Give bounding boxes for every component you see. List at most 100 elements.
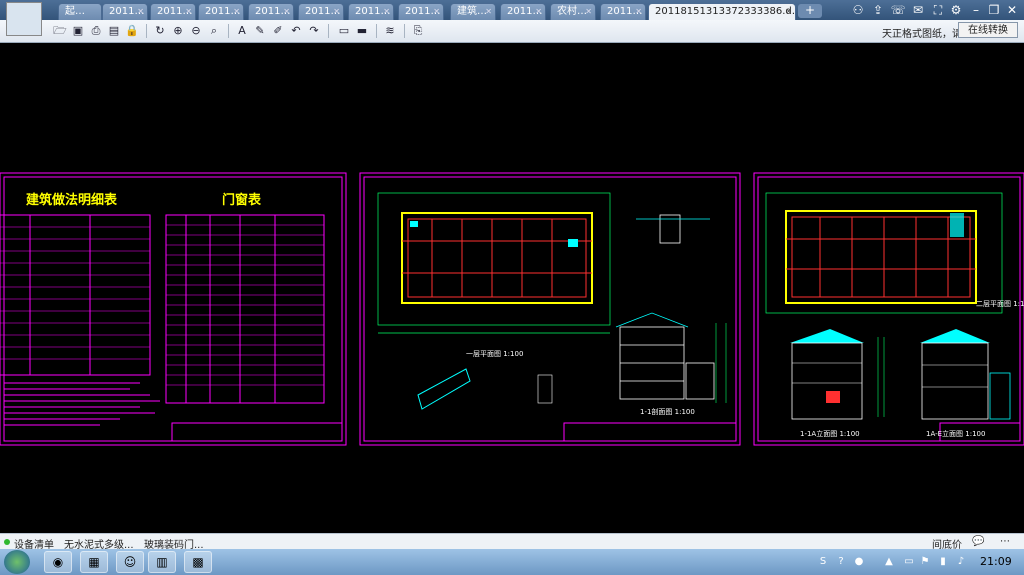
taskbar-browser-icon[interactable]: ◉ bbox=[44, 551, 72, 573]
chat-icon[interactable]: ☏ bbox=[890, 2, 906, 18]
tray-monitor-icon[interactable]: ▭ bbox=[902, 555, 916, 569]
zoom-in-icon[interactable]: ⊕ bbox=[170, 23, 186, 39]
close-icon[interactable]: ✕ bbox=[433, 4, 440, 20]
sheet-frame-1 bbox=[0, 172, 347, 446]
format-hint-text: 天正格式图纸，请 bbox=[882, 29, 962, 40]
divider bbox=[228, 24, 229, 38]
door-table-title: 门窗表 bbox=[222, 193, 262, 208]
tab-4[interactable]: 2011… ✕ bbox=[198, 3, 244, 20]
pdf-icon[interactable]: ▤ bbox=[106, 23, 122, 39]
divider bbox=[376, 24, 377, 38]
layers-icon[interactable]: ≋ bbox=[382, 23, 398, 39]
close-icon[interactable]: ✕ bbox=[333, 4, 340, 20]
minimize-icon[interactable]: – bbox=[968, 2, 984, 18]
taskbar: ◉ ▦ ☺ ▥ ▩ S ? ● ▲ ▭ ⚑ ▮ ♪ 21:09 bbox=[0, 549, 1024, 575]
taskbar-books-icon[interactable]: ▥ bbox=[148, 551, 176, 573]
taskbar-app-icon[interactable]: ☺ bbox=[116, 551, 144, 573]
close-icon[interactable]: ✕ bbox=[635, 4, 642, 20]
tab-active[interactable]: 20118151313372333386.d… ✕ bbox=[648, 3, 796, 20]
tab-1[interactable]: 起… bbox=[58, 3, 102, 20]
drawing-canvas[interactable]: 建筑做法明细表 门窗表 一层平面图 1:100 1-1剖面图 1:100 1-1… bbox=[0, 43, 1024, 533]
divider bbox=[404, 24, 405, 38]
close-icon[interactable]: ✕ bbox=[233, 4, 240, 20]
settings-icon[interactable]: ⚙ bbox=[948, 2, 964, 18]
plan1-scale-label: 一层平面图 1:100 bbox=[466, 350, 524, 358]
status-dot-icon bbox=[4, 539, 10, 545]
close-icon[interactable]: ✕ bbox=[585, 4, 592, 20]
clock[interactable]: 21:09 bbox=[980, 555, 1012, 568]
restore-icon[interactable]: ❐ bbox=[986, 2, 1002, 18]
save-icon[interactable]: ▣ bbox=[70, 23, 86, 39]
dimension-icon[interactable]: ▬ bbox=[354, 23, 370, 39]
undo-icon[interactable]: ↶ bbox=[288, 23, 304, 39]
tab-6[interactable]: 2011… ✕ bbox=[298, 3, 344, 20]
tray-help-icon[interactable]: ? bbox=[834, 555, 848, 569]
zoom-window-icon[interactable]: ⌕ bbox=[206, 23, 222, 39]
start-button[interactable] bbox=[4, 550, 30, 574]
section-scale-label: 1-1剖面图 1:100 bbox=[640, 408, 695, 416]
open-folder-icon[interactable]: 🗁 bbox=[52, 23, 68, 39]
users-icon[interactable]: ⚇ bbox=[850, 2, 866, 18]
tab-11[interactable]: 农村… ✕ bbox=[550, 3, 596, 20]
mail-icon[interactable]: ✉ bbox=[910, 2, 926, 18]
close-window-icon[interactable]: ✕ bbox=[1004, 2, 1020, 18]
elevation-2 bbox=[921, 342, 989, 420]
tab-2[interactable]: 2011… ✕ bbox=[102, 3, 148, 20]
taskbar-folder-icon[interactable]: ▦ bbox=[80, 551, 108, 573]
stair-detail bbox=[417, 368, 471, 410]
divider bbox=[146, 24, 147, 38]
export-icon[interactable]: ⎘ bbox=[410, 23, 426, 39]
text-icon[interactable]: A bbox=[234, 23, 250, 39]
user-avatar[interactable] bbox=[6, 2, 42, 36]
new-tab-button[interactable]: + bbox=[798, 4, 822, 18]
elevation1-scale-label: 1-1A立面图 1:100 bbox=[800, 430, 860, 438]
share-icon[interactable]: ⇪ bbox=[870, 2, 886, 18]
rotate-icon[interactable]: ↻ bbox=[152, 23, 168, 39]
network-icon[interactable]: ▮ bbox=[936, 555, 950, 569]
status-bar: 设备清单 无水泥式多级... 玻璃装码门... 间底价 💬 ⋯ bbox=[0, 533, 1024, 551]
tab-5[interactable]: 2011… ✕ bbox=[248, 3, 294, 20]
tab-9[interactable]: 建筑… ✕ bbox=[450, 3, 496, 20]
tab-12[interactable]: 2011… ✕ bbox=[600, 3, 646, 20]
floor-plan-1 bbox=[401, 212, 593, 304]
close-icon[interactable]: ✕ bbox=[785, 4, 792, 20]
volume-icon[interactable]: ♪ bbox=[954, 555, 968, 569]
tray-app-icon[interactable]: ● bbox=[852, 555, 866, 569]
comment-icon[interactable]: 💬 bbox=[972, 536, 984, 547]
highlight-icon[interactable]: ✐ bbox=[270, 23, 286, 39]
cad-drawing bbox=[0, 172, 1024, 446]
close-icon[interactable]: ✕ bbox=[485, 4, 492, 20]
tab-label: 20118151313372333386.d… bbox=[655, 6, 796, 17]
pen-icon[interactable]: ✎ bbox=[252, 23, 268, 39]
close-icon[interactable]: ✕ bbox=[383, 4, 390, 20]
plan2-scale-label: 二层平面图 1:100 bbox=[976, 300, 1024, 308]
tray-s-icon[interactable]: S bbox=[816, 555, 830, 569]
tab-10[interactable]: 2011… ✕ bbox=[500, 3, 546, 20]
tab-8[interactable]: 2011… ✕ bbox=[398, 3, 444, 20]
divider bbox=[328, 24, 329, 38]
fullscreen-icon[interactable]: ⛶ bbox=[930, 2, 946, 18]
tab-label: 起… bbox=[65, 6, 85, 17]
close-icon[interactable]: ✕ bbox=[137, 4, 144, 20]
tab-3[interactable]: 2011… ✕ bbox=[150, 3, 196, 20]
zoom-out-icon[interactable]: ⊖ bbox=[188, 23, 204, 39]
close-icon[interactable]: ✕ bbox=[535, 4, 542, 20]
tab-label: 建筑… bbox=[457, 6, 487, 17]
measure-icon[interactable]: ▭ bbox=[336, 23, 352, 39]
tab-7[interactable]: 2011… ✕ bbox=[348, 3, 394, 20]
redo-icon[interactable]: ↷ bbox=[306, 23, 322, 39]
online-convert-button[interactable]: 在线转换 bbox=[958, 22, 1018, 38]
taskbar-viewer-icon[interactable]: ▩ bbox=[184, 551, 212, 573]
spec-table-title: 建筑做法明细表 bbox=[26, 193, 118, 208]
tray-flag-icon[interactable]: ⚑ bbox=[918, 555, 932, 569]
tab-label: 农村… bbox=[557, 6, 587, 17]
tab-bar: 起… 2011… ✕ 2011… ✕ 2011… ✕ 2011… ✕ 2011… ✕ 20… bbox=[0, 0, 1024, 36]
print-icon[interactable]: ⎙ bbox=[88, 23, 104, 39]
more-icon[interactable]: ⋯ bbox=[1000, 536, 1010, 547]
elevation2-scale-label: 1A-E立面图 1:100 bbox=[926, 430, 986, 438]
close-icon[interactable]: ✕ bbox=[185, 4, 192, 20]
tray-expand-icon[interactable]: ▲ bbox=[882, 555, 896, 569]
lock-icon[interactable]: 🔒 bbox=[124, 23, 140, 39]
elevation-1 bbox=[791, 342, 863, 420]
close-icon[interactable]: ✕ bbox=[283, 4, 290, 20]
